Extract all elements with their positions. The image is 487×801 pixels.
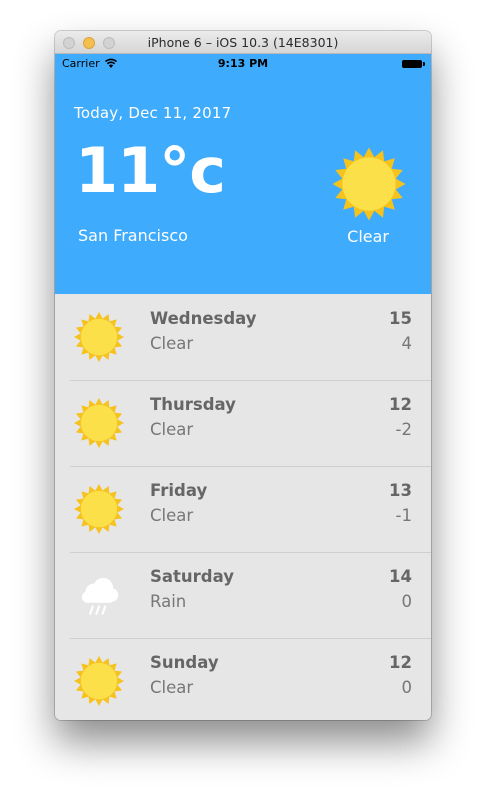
sun-icon [74, 398, 124, 448]
current-temperature: 11°c [75, 134, 226, 207]
forecast-low: 0 [401, 678, 413, 697]
window-title: iPhone 6 – iOS 10.3 (14E8301) [147, 35, 339, 50]
status-time: 9:13 PM [217, 57, 269, 70]
today-header: Today, Dec 11, 2017 11°c San Francisco C… [55, 74, 431, 294]
today-date: Today, Dec 11, 2017 [74, 104, 232, 122]
forecast-day: Friday [150, 481, 208, 500]
forecast-row-sunday[interactable]: Sunday Clear 12 0 [55, 638, 431, 720]
forecast-condition: Rain [150, 592, 187, 611]
forecast-day: Thursday [150, 395, 236, 414]
forecast-row-wednesday[interactable]: Wednesday Clear 15 4 [55, 294, 431, 380]
forecast-day: Sunday [150, 653, 219, 672]
window-titlebar: iPhone 6 – iOS 10.3 (14E8301) [55, 31, 431, 54]
forecast-list[interactable]: Wednesday Clear 15 4 Thursday Clear 12 -… [55, 294, 431, 720]
forecast-condition: Clear [150, 678, 194, 697]
current-condition: Clear [347, 227, 389, 246]
city-name: San Francisco [78, 226, 188, 245]
sun-icon [74, 312, 124, 362]
forecast-low: -2 [395, 420, 412, 439]
forecast-high: 13 [389, 481, 412, 500]
forecast-condition: Clear [150, 420, 194, 439]
status-bar: Carrier 9:13 PM [55, 54, 431, 74]
forecast-row-thursday[interactable]: Thursday Clear 12 -2 [55, 380, 431, 466]
sun-icon [74, 484, 124, 534]
battery-icon [402, 60, 425, 68]
rain-cloud-icon [81, 577, 119, 615]
forecast-day: Saturday [150, 567, 234, 586]
forecast-high: 14 [389, 567, 412, 586]
forecast-low: -1 [395, 506, 412, 525]
sun-icon [332, 147, 406, 221]
sun-icon [74, 656, 124, 706]
forecast-day: Wednesday [150, 309, 257, 328]
forecast-high: 12 [389, 395, 412, 414]
forecast-condition: Clear [150, 506, 194, 525]
forecast-high: 12 [389, 653, 412, 672]
forecast-low: 4 [401, 334, 413, 353]
simulator-window: iPhone 6 – iOS 10.3 (14E8301) Carrier 9:… [55, 31, 431, 720]
forecast-condition: Clear [150, 334, 194, 353]
forecast-low: 0 [401, 592, 413, 611]
forecast-row-friday[interactable]: Friday Clear 13 -1 [55, 466, 431, 552]
forecast-high: 15 [389, 309, 412, 328]
forecast-row-saturday[interactable]: Saturday Rain 14 0 [55, 552, 431, 638]
